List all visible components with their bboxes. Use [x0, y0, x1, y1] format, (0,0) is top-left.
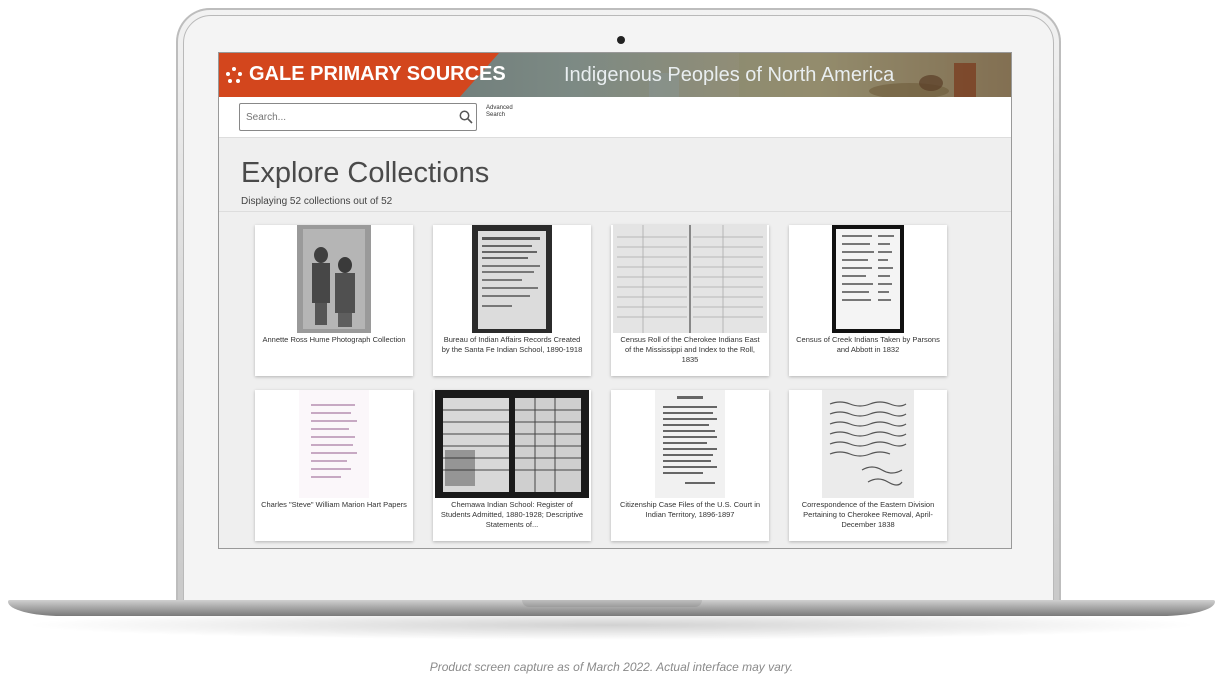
collection-card[interactable]: Correspondence of the Eastern Division P…: [789, 390, 947, 541]
collection-card[interactable]: Annette Ross Hume Photograph Collection: [255, 225, 413, 376]
collection-thumbnail: [435, 390, 589, 498]
collection-card[interactable]: Bureau of Indian Affairs Records Created…: [433, 225, 591, 376]
header-banner: GALE PRIMARY SOURCES Indigenous Peoples …: [219, 53, 1011, 97]
collection-card[interactable]: Citizenship Case Files of the U.S. Court…: [611, 390, 769, 541]
collection-thumbnail: [613, 225, 767, 333]
laptop-notch: [522, 600, 702, 607]
search-bar: Advanced Search: [219, 97, 1011, 138]
collection-card[interactable]: Census Roll of the Cherokee Indians East…: [611, 225, 769, 376]
collection-card[interactable]: Charles "Steve" William Marion Hart Pape…: [255, 390, 413, 541]
collection-title: Census Roll of the Cherokee Indians East…: [620, 335, 760, 364]
advanced-search-line2: Search: [486, 112, 506, 118]
laptop-screen: GALE PRIMARY SOURCES Indigenous Peoples …: [218, 52, 1012, 549]
collection-title: Census of Creek Indians Taken by Parsons…: [796, 335, 940, 354]
collection-card[interactable]: Chemawa Indian School: Register of Stude…: [433, 390, 591, 541]
brand-name: GALE PRIMARY SOURCES: [249, 63, 506, 85]
collections-grid: Annette Ross Hume Photograph Collection …: [255, 225, 947, 541]
collection-title: Chemawa Indian School: Register of Stude…: [440, 500, 584, 529]
collection-title: Bureau of Indian Affairs Records Created…: [441, 335, 583, 354]
collection-thumbnail: [297, 225, 371, 333]
search-input[interactable]: [239, 103, 477, 131]
collection-card[interactable]: Census of Creek Indians Taken by Parsons…: [789, 225, 947, 376]
webcam: [617, 36, 625, 44]
collection-title: Indigenous Peoples of North America: [564, 64, 895, 86]
collection-thumbnail: [472, 225, 552, 333]
collection-title: Annette Ross Hume Photograph Collection: [262, 335, 406, 344]
collection-thumbnail: [822, 390, 914, 498]
advanced-search-line1: Advanced: [486, 105, 513, 111]
collection-title: Citizenship Case Files of the U.S. Court…: [619, 500, 761, 519]
collection-title: Correspondence of the Eastern Division P…: [801, 500, 935, 529]
gale-logo[interactable]: GALE PRIMARY SOURCES: [225, 63, 506, 86]
search-icon[interactable]: [459, 110, 473, 124]
advanced-search-link[interactable]: Advanced Search: [486, 105, 513, 119]
collection-title: Charles "Steve" William Marion Hart Pape…: [261, 500, 407, 509]
page-title: Explore Collections: [241, 157, 490, 189]
collection-thumbnail: [299, 390, 369, 498]
collection-thumbnail: [832, 225, 904, 333]
divider: [219, 211, 1011, 212]
collection-thumbnail: [655, 390, 725, 498]
screenshot-caption: Product screen capture as of March 2022.…: [429, 660, 794, 674]
gale-sparkle-icon: [226, 66, 242, 83]
collections-count: Displaying 52 collections out of 52: [241, 196, 393, 207]
